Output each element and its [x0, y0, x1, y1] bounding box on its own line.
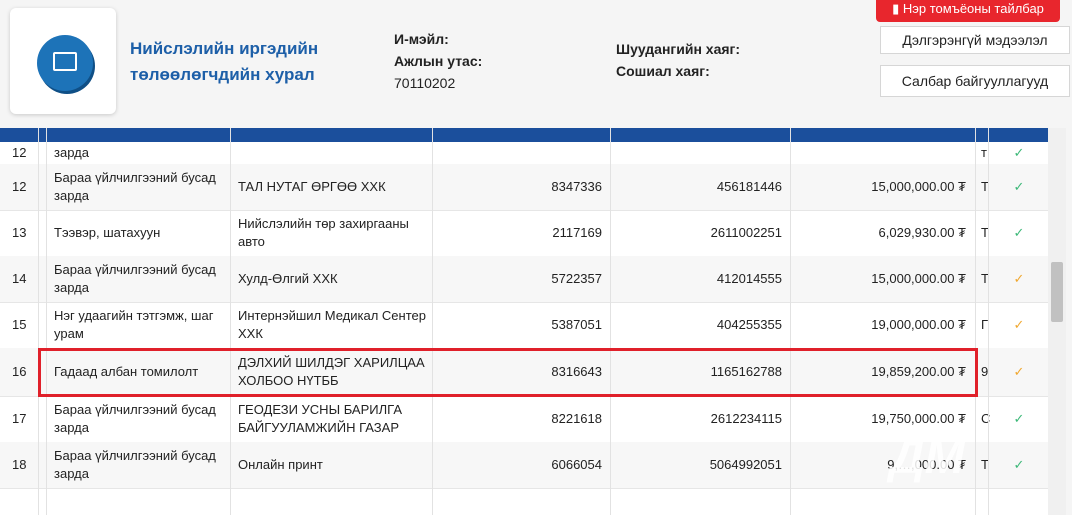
cell-no: 17 [12, 411, 27, 426]
check-icon: ✓ [1013, 225, 1025, 240]
address-block: Шуудангийн хаяг: Сошиал хаяг: [616, 38, 740, 82]
social-label: Сошиал хаяг: [616, 63, 710, 79]
cell-reg: 8221618 [551, 411, 602, 426]
org-logo-card [10, 8, 116, 114]
image-icon [37, 35, 93, 91]
table-row[interactable]: 12 Бараа үйлчилгээний бусад зарда ТАЛ НУТА… [0, 164, 1048, 211]
watermark-logo: ДМ [890, 431, 965, 484]
cell-extra: Т [981, 225, 989, 240]
phone-label: Ажлын утас: [394, 53, 483, 69]
cell-no: 12 [12, 179, 27, 194]
table-row[interactable]: 12 зарда т ✓ [0, 142, 1048, 165]
cell-reg [432, 142, 602, 164]
check-icon: ✓ [1013, 145, 1025, 160]
cell-category: Бараа үйлчилгээний бусад зарда [54, 448, 216, 481]
cell-account: 2612234115 [710, 411, 782, 426]
table-row[interactable]: 14 Бараа үйлчилгээний бусад зарда Хулд-Өлг… [0, 256, 1048, 303]
cell-reg: 8347336 [551, 179, 602, 194]
cell-reg: 5722357 [551, 271, 602, 286]
glossary-button[interactable]: ▮ Нэр томъёоны тайлбар [876, 0, 1060, 22]
cell-extra: Г [981, 317, 989, 332]
table-scrollbar[interactable] [1048, 128, 1066, 515]
table-row[interactable]: 13 Тээвэр, шатахуун Нийслэлийн төр захирга… [0, 210, 1048, 257]
cell-account: 5064992051 [709, 457, 782, 472]
table-header [0, 128, 1048, 142]
cell-reg: 2117169 [552, 225, 602, 240]
cell-company: Нийслэлийн төр захиргааны авто [238, 216, 409, 249]
table-row[interactable]: 15 Нэг удаагийн тэтгэмж, шаг урам Интернэй… [0, 302, 1048, 349]
cell-reg: 5387051 [551, 317, 602, 332]
org-name: Нийслэлийн иргэдийн төлөөлөгчдийн хурал [130, 39, 319, 84]
cell-extra: 9 [981, 364, 989, 379]
cell-category: Бараа үйлчилгээний бусад зарда [54, 170, 216, 203]
cell-company [238, 142, 426, 164]
cell-account: 404255355 [716, 317, 782, 332]
cell-amount: 19,000,000.00 ₮ [871, 317, 966, 332]
cell-company: Хулд-Өлгий ХХК [238, 271, 338, 286]
check-icon: ✓ [1013, 364, 1025, 379]
cell-account: 456181446 [716, 179, 782, 194]
cell-no: 18 [12, 457, 27, 472]
highlighted-row-frame [38, 348, 978, 397]
cell-account: 412014555 [716, 271, 782, 286]
cell-extra: Т [981, 271, 989, 286]
cell-company: Интернэйшил Медикал Сентер ХХК [238, 308, 426, 341]
contact-block: И-мэйл: Ажлын утас: 70110202 [394, 28, 482, 94]
check-icon: ✓ [1013, 179, 1025, 194]
check-icon: ✓ [1013, 317, 1025, 332]
cell-company: Онлайн принт [238, 457, 323, 472]
phone-value: 70110202 [394, 75, 456, 91]
scrollbar-thumb[interactable] [1051, 262, 1063, 322]
check-icon: ✓ [1013, 271, 1025, 286]
cell-account [610, 142, 782, 164]
cell-no: 16 [12, 364, 27, 379]
mailbox-label: Шуудангийн хаяг: [616, 41, 741, 57]
cell-no: 12 [12, 145, 27, 160]
cell-amount: 15,000,000.00 ₮ [871, 271, 966, 286]
cell-amount: 6,029,930.00 ₮ [878, 225, 966, 240]
cell-category: Бараа үйлчилгээний бусад зарда [54, 262, 216, 295]
cell-no: 15 [12, 317, 27, 332]
cell-company: ГЕОДЕЗИ УСНЫ БАРИЛГА БАЙГУУЛАМЖИЙН ГАЗАР [238, 402, 402, 435]
cell-extra: Т [981, 179, 989, 194]
branches-button[interactable]: Салбар байгууллагууд [880, 65, 1070, 97]
cell-amount [790, 142, 966, 164]
cell-account: 2611002251 [710, 225, 782, 240]
cell-extra: т [981, 145, 987, 160]
cell-category: Тээвэр, шатахуун [54, 225, 161, 240]
cell-category: зарда [54, 145, 89, 160]
cell-no: 13 [12, 225, 27, 240]
cell-category: Бараа үйлчилгээний бусад зарда [54, 402, 216, 435]
cell-company: ТАЛ НУТАГ ӨРГӨӨ ХХК [238, 179, 386, 194]
email-label: И-мэйл: [394, 31, 449, 47]
bookmark-icon: ▮ [892, 1, 900, 16]
cell-category: Нэг удаагийн тэтгэмж, шаг урам [54, 308, 214, 341]
details-button[interactable]: Дэлгэрэнгүй мэдээлэл [880, 26, 1070, 54]
cell-no: 14 [12, 271, 27, 286]
profile-header: Нийслэлийн иргэдийн төлөөлөгчдийн хурал … [0, 0, 1072, 128]
cell-reg: 6066054 [551, 457, 602, 472]
cell-amount: 15,000,000.00 ₮ [871, 179, 966, 194]
